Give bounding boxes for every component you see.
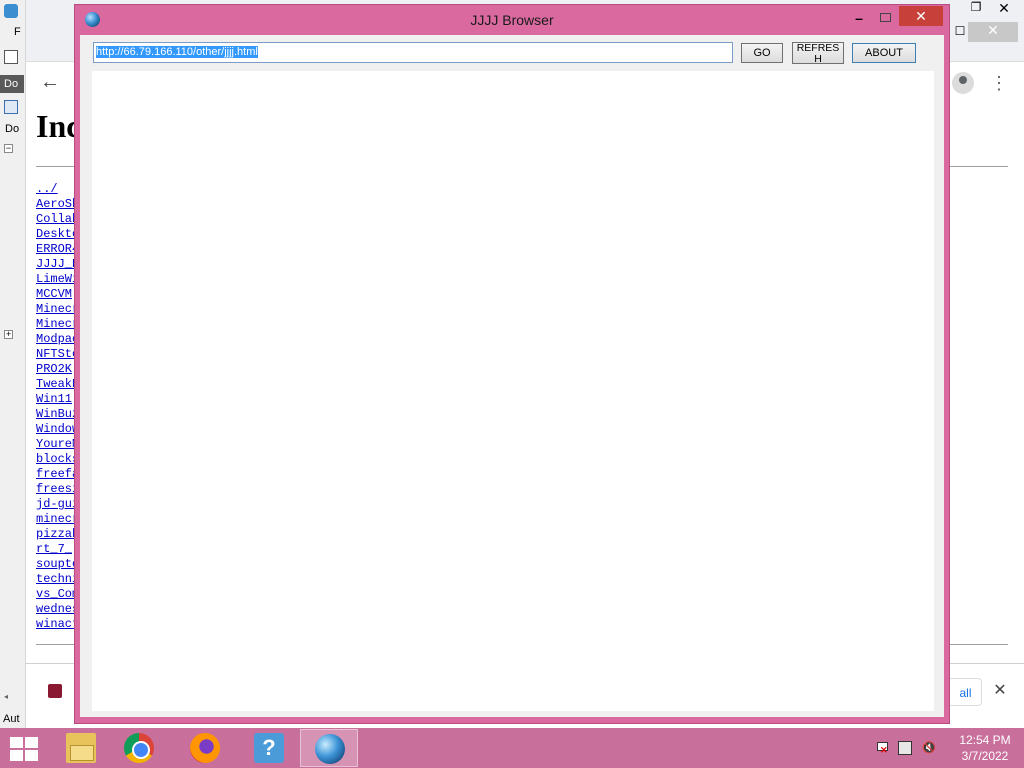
scroll-left-icon[interactable]: ◂ [4, 692, 12, 701]
grid-icon[interactable] [4, 100, 18, 114]
jjjj-browser-window: JJJJ Browser – ✕ http://66.79.166.110/ot… [74, 4, 950, 724]
clock-date: 3/7/2022 [961, 749, 1009, 763]
close-icon[interactable]: ✕ [980, 0, 1024, 20]
refresh-button[interactable]: REFRESH [792, 42, 844, 65]
clock[interactable]: 12:54 PM 3/7/2022 [950, 732, 1020, 764]
minimize-icon[interactable]: – [849, 8, 869, 28]
folder-icon [66, 733, 96, 763]
title-bar[interactable]: JJJJ Browser – ✕ [75, 5, 949, 35]
help-icon: ? [254, 733, 284, 763]
close-icon[interactable]: ✕ [899, 6, 943, 26]
menu-letter[interactable]: F [14, 26, 21, 38]
go-button[interactable]: GO [741, 43, 783, 63]
action-center-flag-icon[interactable] [874, 741, 888, 756]
about-button[interactable]: ABOUT [852, 43, 916, 63]
more-menu-icon[interactable]: ⋮ [990, 72, 1008, 94]
chrome-icon [124, 733, 154, 763]
maximize-icon[interactable] [875, 8, 895, 28]
window-client-area: http://66.79.166.110/other/jjjj.html GO … [80, 35, 944, 717]
show-all-button[interactable]: all [950, 678, 982, 706]
taskbar-jjjj-browser[interactable] [300, 729, 358, 767]
download-file-icon[interactable] [48, 684, 62, 698]
profile-avatar-icon[interactable] [952, 72, 974, 94]
taskbar-chrome[interactable] [110, 729, 168, 767]
system-tray: 🔇 12:54 PM 3/7/2022 [872, 728, 1024, 768]
expand-icon[interactable]: + [4, 330, 13, 339]
window-title: JJJJ Browser [470, 12, 554, 28]
status-label: Aut [3, 713, 20, 725]
page-viewport[interactable] [92, 71, 934, 711]
url-input[interactable]: http://66.79.166.110/other/jjjj.html [93, 42, 733, 63]
clock-time: 12:54 PM [959, 733, 1011, 747]
globe-icon [315, 734, 345, 764]
url-text: http://66.79.166.110/other/jjjj.html [96, 46, 258, 58]
background-app-strip: F Do Do − + ◂ Aut [0, 0, 26, 728]
taskbar-firefox[interactable] [176, 729, 234, 767]
collapse-icon[interactable]: − [4, 144, 13, 153]
document-icon[interactable] [4, 50, 18, 64]
app-icon [4, 4, 18, 18]
firefox-icon [190, 733, 220, 763]
network-icon[interactable] [898, 741, 912, 755]
taskbar-file-explorer[interactable] [52, 729, 110, 767]
close-icon[interactable]: ✕ [968, 22, 1018, 42]
close-icon[interactable]: ✕ [990, 680, 1010, 702]
doc-label: Do [5, 123, 20, 135]
taskbar-help[interactable]: ? [240, 729, 298, 767]
doc-tab[interactable]: Do [0, 75, 24, 93]
volume-muted-icon[interactable]: 🔇 [922, 741, 936, 755]
taskbar: ? 🔇 12:54 PM 3/7/2022 [0, 728, 1024, 768]
back-arrow-icon[interactable]: ← [40, 72, 60, 92]
windows-start-icon[interactable] [8, 736, 38, 762]
